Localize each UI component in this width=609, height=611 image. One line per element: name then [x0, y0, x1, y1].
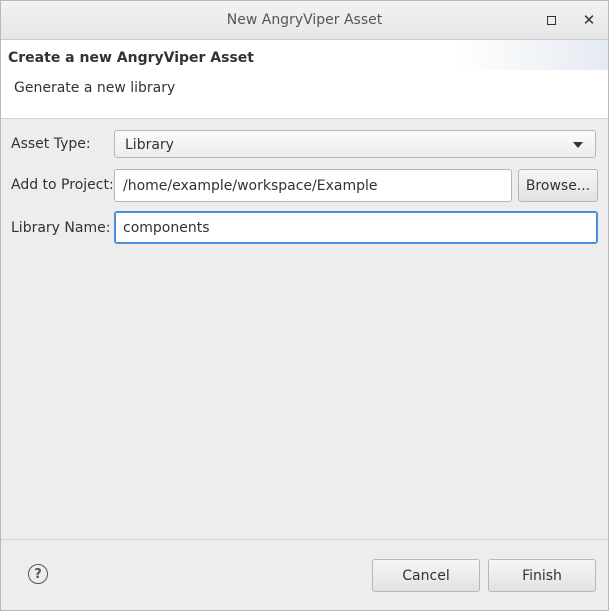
browse-button[interactable]: Browse... [518, 169, 598, 202]
help-icon[interactable]: ? [28, 564, 48, 584]
maximize-button[interactable] [541, 10, 561, 30]
wizard-description: Generate a new library [14, 80, 176, 96]
cancel-button[interactable]: Cancel [372, 559, 480, 592]
library-name-label: Library Name: [11, 220, 111, 236]
wizard-title: Create a new AngryViper Asset [8, 50, 254, 66]
asset-type-label: Asset Type: [11, 136, 91, 152]
project-label: Add to Project: [11, 177, 114, 193]
header-decoration [458, 40, 608, 70]
close-button[interactable]: ✕ [579, 10, 599, 30]
footer-divider [1, 539, 608, 540]
dialog-window: New AngryViper Asset ✕ Create a new Angr… [0, 0, 609, 611]
title-bar[interactable]: New AngryViper Asset ✕ [1, 1, 608, 40]
wizard-header: Create a new AngryViper Asset Generate a… [1, 40, 608, 119]
window-title: New AngryViper Asset [226, 12, 383, 28]
finish-button[interactable]: Finish [488, 559, 596, 592]
asset-type-value: Library [125, 137, 174, 153]
chevron-down-icon [573, 142, 583, 148]
asset-type-combo[interactable]: Library [114, 130, 596, 158]
library-name-input[interactable] [114, 211, 598, 244]
project-path-input[interactable] [114, 169, 512, 202]
maximize-icon [546, 15, 556, 25]
close-icon: ✕ [582, 10, 596, 29]
